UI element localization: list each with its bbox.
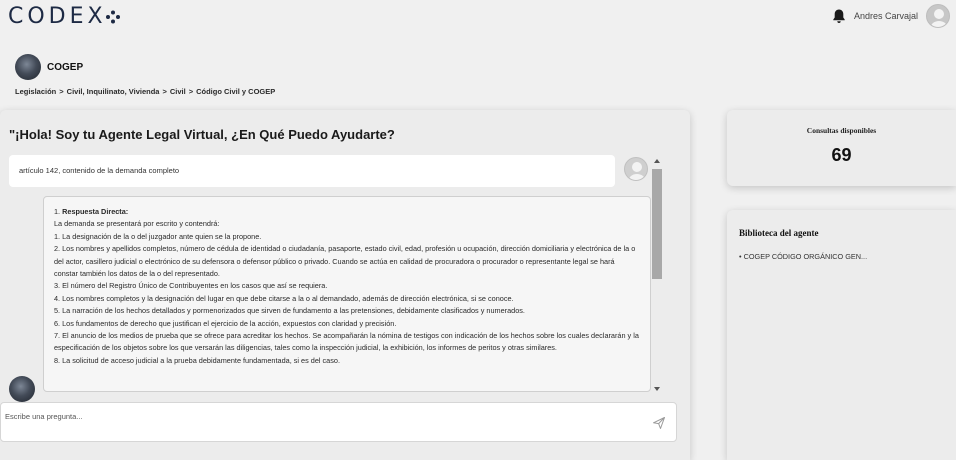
queries-available-card: Consultas disponibles 69	[727, 110, 956, 186]
response-line: 1. La designación de la o del juzgador a…	[54, 231, 262, 241]
top-bar: CODEX Andres Carvajal	[0, 0, 956, 32]
breadcrumb-item[interactable]: Código Civil y COGEP	[196, 87, 275, 96]
breadcrumb: Legislación > Civil, Inquilinato, Vivienda…	[15, 87, 278, 96]
agent-header: COGEP	[15, 54, 83, 80]
breadcrumb-item[interactable]: Civil, Inquilinato, Vivienda	[67, 87, 160, 96]
bot-response: 1. Respuesta Directa: La demanda se pres…	[43, 196, 651, 392]
scrollbar-thumb[interactable]	[652, 169, 662, 279]
library-item[interactable]: • COGEP CÓDIGO ORGÁNICO GEN...	[739, 252, 867, 261]
send-icon[interactable]	[652, 416, 666, 430]
response-line: 5. La narración de los hechos detallados…	[54, 306, 525, 316]
response-line: La demanda se presentará por escrito y c…	[54, 219, 220, 229]
response-line: 7. El anuncio de los medios de prueba qu…	[54, 331, 639, 353]
breadcrumb-item[interactable]: Civil	[170, 87, 186, 96]
breadcrumb-separator: >	[162, 87, 167, 96]
library-title: Biblioteca del agente	[739, 228, 819, 238]
chat-panel: "¡Hola! Soy tu Agente Legal Virtual, ¿En…	[0, 110, 690, 460]
question-input[interactable]	[5, 409, 625, 423]
codex-logo[interactable]: CODEX	[8, 4, 121, 29]
logo-text: CODEX	[8, 4, 107, 29]
response-line: 2. Los nombres y apellidos completos, nú…	[54, 244, 636, 279]
user-message: artículo 142, contenido de la demanda co…	[9, 155, 615, 187]
user-menu[interactable]: Andres Carvajal	[832, 3, 950, 29]
question-input-box[interactable]	[0, 402, 677, 442]
user-name[interactable]: Andres Carvajal	[854, 11, 918, 21]
agent-avatar	[15, 54, 41, 80]
agent-name: COGEP	[47, 61, 84, 73]
bot-avatar	[9, 376, 35, 402]
response-line: 6. Los fundamentos de derecho que justif…	[54, 318, 397, 328]
scroll-down-icon[interactable]	[654, 387, 660, 391]
agent-library-card: Biblioteca del agente • COGEP CÓDIGO ORG…	[727, 210, 956, 460]
chat-title: "¡Hola! Soy tu Agente Legal Virtual, ¿En…	[9, 127, 395, 142]
response-heading: 1. Respuesta Directa:	[54, 207, 129, 216]
logo-mark-icon	[105, 10, 120, 24]
queries-available-label: Consultas disponibles	[806, 126, 877, 135]
queries-available-count: 69	[831, 145, 852, 165]
response-line: 3. El número del Registro Único de Contr…	[54, 281, 328, 291]
breadcrumb-separator: >	[59, 87, 64, 96]
user-avatar-icon[interactable]	[926, 4, 950, 28]
bell-icon[interactable]	[832, 8, 846, 24]
breadcrumb-item[interactable]: Legislación	[15, 87, 56, 96]
response-line: 8. La solicitud de acceso judicial a la …	[54, 355, 340, 365]
user-message-avatar	[624, 157, 648, 181]
breadcrumb-separator: >	[188, 87, 194, 96]
response-line: 4. Los nombres completos y la designació…	[54, 293, 514, 303]
scroll-up-icon[interactable]	[654, 159, 660, 163]
chat-scrollbar[interactable]	[651, 157, 663, 393]
